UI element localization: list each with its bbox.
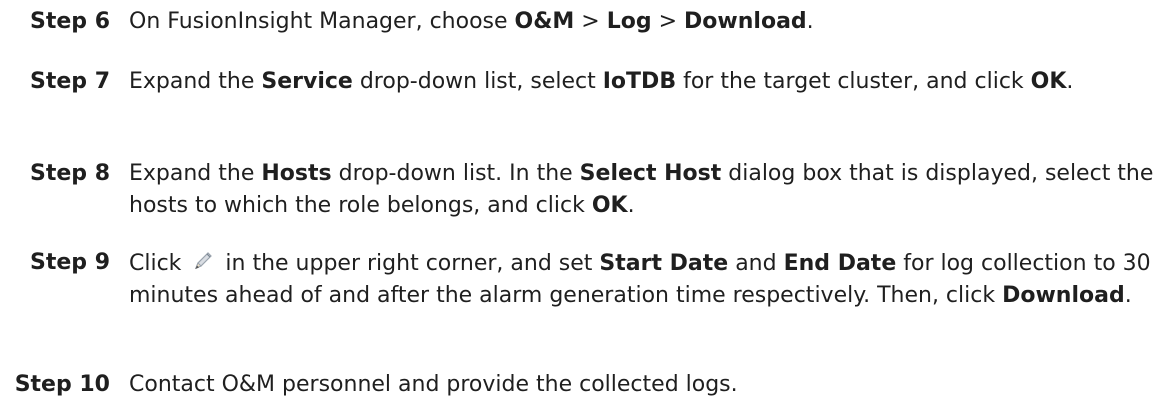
emphasis-term: End Date bbox=[783, 251, 897, 276]
emphasis-term: Select Host bbox=[579, 161, 722, 186]
emphasis-term: OK bbox=[1030, 69, 1067, 94]
emphasis-term: Start Date bbox=[599, 251, 729, 276]
emphasis-term: Hosts bbox=[261, 161, 332, 186]
emphasis-term: Download bbox=[684, 9, 807, 34]
emphasis-term: Log bbox=[606, 9, 652, 34]
emphasis-term: Service bbox=[261, 69, 353, 94]
step-label: Step 9 bbox=[30, 250, 110, 275]
step-text: Expand the Service drop-down list, selec… bbox=[129, 69, 1074, 94]
step-label: Step 8 bbox=[30, 161, 110, 186]
procedure-steps: Step 6 On FusionInsight Manager, choose … bbox=[0, 0, 1168, 407]
emphasis-term: IoTDB bbox=[602, 69, 677, 94]
emphasis-term: OK bbox=[591, 193, 628, 218]
step-label: Step 6 bbox=[30, 9, 110, 34]
step-label: Step 7 bbox=[30, 69, 110, 94]
step-text: Expand the Hosts drop-down list. In the … bbox=[129, 161, 1154, 218]
emphasis-term: O&M bbox=[514, 9, 575, 34]
step-label: Step 10 bbox=[14, 372, 110, 397]
step-text: On FusionInsight Manager, choose O&M > L… bbox=[129, 9, 814, 34]
pencil-icon bbox=[190, 247, 216, 273]
step-text: Contact O&M personnel and provide the co… bbox=[129, 372, 738, 397]
emphasis-term: Download bbox=[1002, 283, 1125, 308]
step-text: Click in the upper right corner, and set… bbox=[129, 247, 1159, 312]
